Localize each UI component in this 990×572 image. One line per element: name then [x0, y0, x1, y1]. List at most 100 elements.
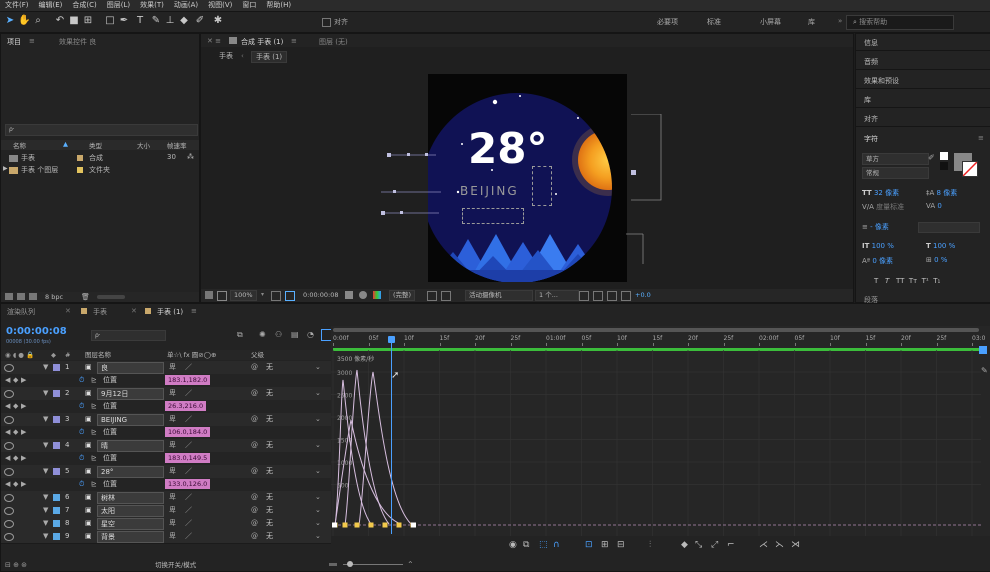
keyframe-marker[interactable]: [354, 522, 360, 528]
new-folder-icon[interactable]: [17, 293, 25, 300]
bpc-label[interactable]: 8 bpc: [45, 292, 63, 302]
expand-arrow-icon[interactable]: ▼: [43, 439, 48, 452]
eyedropper-icon[interactable]: ✐: [928, 153, 935, 162]
timeline-layer-row[interactable]: ▼ 3 ▣ BEIJING 卑 ／ @ 无 ⌄: [1, 413, 331, 427]
kerning-row[interactable]: V/A 度量标准: [862, 202, 904, 212]
stopwatch-icon[interactable]: ⏱: [79, 478, 84, 491]
keyframe-nav-prev-icon[interactable]: ◀: [5, 400, 10, 413]
stopwatch-icon[interactable]: ⏱: [79, 400, 84, 413]
graph-edit-icon[interactable]: ✎: [981, 366, 989, 375]
shy-switch-icon[interactable]: 卑: [169, 491, 176, 504]
composition-menu-icon[interactable]: ≡: [291, 37, 297, 45]
timeline-layer-row[interactable]: ▼ 6 ▣ 树林卑 ／ @ 无 ⌄: [1, 491, 331, 505]
expand-arrow-icon[interactable]: ▼: [43, 387, 48, 400]
views-dropdown[interactable]: 1 个...: [535, 290, 579, 301]
effects-controls-tab[interactable]: 效果控件 良: [59, 37, 96, 47]
color-channel-icon[interactable]: [373, 291, 381, 299]
layer-name[interactable]: 晴: [97, 440, 164, 452]
exposure-value[interactable]: +0.0: [635, 289, 651, 302]
keyframe-nav-next-icon[interactable]: ▶: [21, 426, 26, 439]
keyframe-nav-prev-icon[interactable]: ◀: [5, 374, 10, 387]
pickwhip-icon[interactable]: @: [251, 491, 258, 504]
pickwhip-icon[interactable]: @: [251, 517, 258, 530]
puppet-tool-icon[interactable]: ✱: [212, 15, 224, 27]
easy-ease-icon[interactable]: ⋌: [759, 540, 768, 550]
visibility-eye-icon[interactable]: [4, 390, 14, 398]
text-tool-icon[interactable]: T: [134, 15, 146, 27]
stopwatch-icon[interactable]: ⏱: [79, 374, 84, 387]
comp-end-marker[interactable]: [979, 346, 987, 354]
pan-behind-tool-icon[interactable]: ⊞: [82, 15, 94, 27]
vertical-scale-row[interactable]: IT 100 %: [862, 242, 894, 250]
timeline-property-row[interactable]: ◀ ◆ ▶ ⏱ ⊵ 位置 133.0,126.0: [1, 478, 331, 492]
keyframe-nav-prev-icon[interactable]: ◀: [5, 452, 10, 465]
fill-black-swatch[interactable]: [940, 162, 948, 170]
layer-label-color[interactable]: [53, 442, 60, 449]
stroke-style-dropdown[interactable]: [918, 222, 980, 233]
layer-label-color[interactable]: [53, 494, 60, 501]
workspace-essentials[interactable]: 必要项: [657, 17, 678, 27]
pickwhip-icon[interactable]: @: [251, 361, 258, 374]
layer-name[interactable]: 太阳: [97, 505, 164, 517]
parent-chevron-down-icon[interactable]: ⌄: [315, 387, 321, 400]
font-family-dropdown[interactable]: 草方: [862, 153, 929, 165]
footer-switch-icons[interactable]: ⊟ ⊕ ⊛: [5, 559, 27, 571]
faux-italic-button[interactable]: T: [885, 277, 889, 285]
font-size-row[interactable]: TT 32 像素: [862, 188, 899, 198]
parent-chevron-down-icon[interactable]: ⌄: [315, 465, 321, 478]
leading-row[interactable]: ‡A 8 像素: [926, 188, 957, 198]
keyframe-marker[interactable]: [382, 522, 388, 528]
snapshot-icon[interactable]: [345, 291, 353, 299]
separate-dimensions-icon[interactable]: ⊟: [617, 540, 625, 550]
visibility-eye-icon[interactable]: [4, 442, 14, 450]
quality-switch-icon[interactable]: ／: [185, 361, 192, 374]
transparency-grid-icon[interactable]: [427, 291, 437, 301]
audio-panel-tab[interactable]: 音频: [864, 57, 878, 67]
graph-toggle-icon[interactable]: ⊵: [91, 400, 97, 413]
menu-layer[interactable]: 图层(L): [102, 0, 135, 11]
col-type[interactable]: 类型: [89, 140, 102, 150]
show-transform-box-icon[interactable]: ⬚: [539, 540, 548, 550]
timeline-menu-icon[interactable]: ≡: [191, 307, 197, 315]
parent-chevron-down-icon[interactable]: ⌄: [315, 413, 321, 426]
parent-chevron-down-icon[interactable]: ⌄: [315, 517, 321, 530]
fill-white-swatch[interactable]: [940, 152, 948, 160]
zoom-in-icon[interactable]: ⌃: [407, 559, 414, 571]
tsume-row[interactable]: ⊞ 0 %: [926, 256, 947, 264]
composition-tab[interactable]: 合成 手表 (1): [241, 37, 283, 47]
hand-tool-icon[interactable]: ✋: [18, 15, 30, 27]
stroke-width-row[interactable]: ≡ - 像素: [862, 222, 889, 232]
layer-label-color[interactable]: [53, 364, 60, 371]
current-time-indicator[interactable]: [391, 338, 392, 534]
show-snapshot-icon[interactable]: [359, 291, 367, 299]
parent-dropdown[interactable]: 无: [266, 413, 273, 426]
monitor-icon[interactable]: [217, 291, 227, 301]
quality-switch-icon[interactable]: ／: [185, 413, 192, 426]
keyframe-marker[interactable]: [396, 522, 402, 528]
hold-keyframe-icon[interactable]: ◆: [681, 540, 688, 550]
layer-name[interactable]: 良: [97, 362, 164, 374]
fit-selection-icon[interactable]: ⊡: [585, 540, 593, 550]
libraries-tab[interactable]: 库: [864, 95, 871, 105]
layer-name[interactable]: 28°: [97, 466, 164, 478]
project-item[interactable]: ▶ 手表 个图层 文件夹: [1, 165, 199, 176]
timeline-layer-row[interactable]: ▼ 2 ▣ 9月12日卑 ／ @ 无 ⌄: [1, 387, 331, 401]
easy-ease-in-icon[interactable]: ⋋: [775, 540, 784, 550]
graph-eye-icon[interactable]: ◉: [509, 540, 517, 550]
col-fps[interactable]: 帧速率: [167, 140, 187, 150]
close-tab-icon[interactable]: ✕: [131, 307, 137, 315]
project-item[interactable]: 手表 合成 30 ⁂: [1, 153, 199, 164]
timeline-layer-row[interactable]: ▼ 5 ▣ 28° 卑 ／ @ 无 ⌄: [1, 465, 331, 479]
font-style-dropdown[interactable]: 常规: [862, 167, 929, 179]
parent-dropdown[interactable]: 无: [266, 439, 273, 452]
expand-arrow-icon[interactable]: ▼: [43, 517, 48, 530]
menu-animation[interactable]: 动画(A): [169, 0, 203, 11]
comp-mini-flowchart-icon[interactable]: ⧉: [237, 330, 243, 340]
menu-effect[interactable]: 效果(T): [135, 0, 169, 11]
position-value[interactable]: 183.1,182.0: [165, 375, 211, 385]
workspace-more-icon[interactable]: »: [838, 17, 842, 25]
3d-view-icon[interactable]: [441, 291, 451, 301]
menu-file[interactable]: 文件(F): [0, 0, 34, 11]
close-comp-tab-icon[interactable]: ✕ ≡: [207, 37, 221, 45]
expand-arrow-icon[interactable]: ▼: [43, 413, 48, 426]
